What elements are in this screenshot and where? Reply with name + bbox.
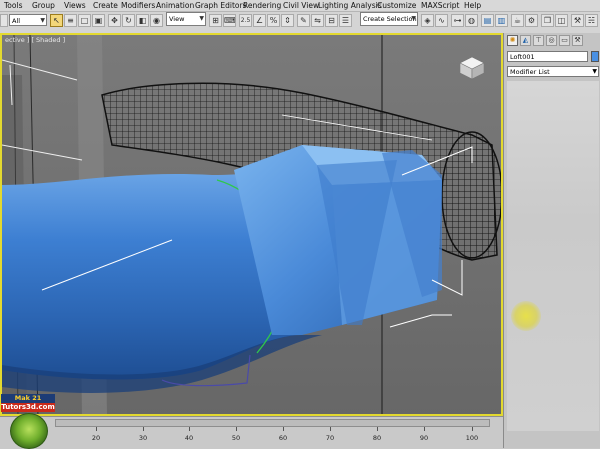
named-selection-dropdown[interactable]: Create Selection Se▼ — [360, 12, 418, 26]
timeline-tick-label: 40 — [184, 434, 194, 442]
menu-graph-editors[interactable]: Graph Editors — [195, 0, 247, 11]
timeline-tick — [377, 427, 378, 431]
rect-selection-icon[interactable]: □ — [78, 14, 91, 27]
select-move-icon[interactable]: ✥ — [108, 14, 121, 27]
material-editor-icon[interactable]: ◍ — [465, 14, 478, 27]
select-by-name-icon[interactable]: ≡ — [64, 14, 77, 27]
watermark-logo: Mak 21 Training Tutors3d.com — [0, 394, 56, 449]
edit-named-selection-icon[interactable]: ✎ — [297, 14, 310, 27]
snap-toggle-icon[interactable]: 2.5 — [239, 14, 252, 27]
window-crossing-icon[interactable]: ▣ — [92, 14, 105, 27]
layer-manager-icon[interactable]: ☰ — [339, 14, 352, 27]
timeline-tick-label: 20 — [91, 434, 101, 442]
menu-modifiers[interactable]: Modifiers — [121, 0, 155, 11]
utilities-tab-icon[interactable]: ⚒ — [572, 35, 583, 46]
menu-help[interactable]: Help — [464, 0, 481, 11]
render-iterative-icon[interactable]: ❒ — [541, 14, 554, 27]
chevron-down-icon: ▼ — [592, 68, 597, 75]
timeline-tick — [143, 427, 144, 431]
selection-filter-dropdown[interactable]: All ▼ — [9, 14, 47, 26]
menu-views[interactable]: Views — [64, 0, 86, 11]
menu-bar: Tools Group Views Create Modifiers Anima… — [0, 0, 600, 12]
tools-icon[interactable]: ⚒ — [571, 14, 584, 27]
timeline-tick — [330, 427, 331, 431]
toolbar-grip — [0, 14, 8, 27]
keyboard-shortcut-icon[interactable]: ⌨ — [223, 14, 236, 27]
main-toolbar: All ▼ ↖ ≡ □ ▣ ✥ ↻ ◧ ◉ View ▼ ⊞ ⌨ 2.5 ∠ % ⇕… — [0, 12, 600, 34]
modifier-stack-area[interactable] — [507, 81, 599, 431]
timeline-tick-label: 30 — [138, 434, 148, 442]
timeline-tick-label: 60 — [278, 434, 288, 442]
menu-maxscript[interactable]: MAXScript — [421, 0, 460, 11]
perspective-viewport[interactable]: ective ] [ Shaded ] — [0, 33, 503, 416]
motion-tab-icon[interactable]: ◎ — [546, 35, 557, 46]
hierarchy-tab-icon[interactable]: ⊤ — [533, 35, 544, 46]
menu-rendering[interactable]: Rendering — [243, 0, 281, 11]
render-production-icon[interactable]: ⚙ — [525, 14, 538, 27]
highlight-blob — [511, 301, 541, 331]
time-slider-track[interactable] — [55, 419, 490, 427]
menu-create[interactable]: Create — [93, 0, 118, 11]
command-panel: ✺ ◭ ⊤ ◎ ▭ ⚒ Loft001 Modifier List ▼ — [503, 33, 600, 448]
align-icon[interactable]: ⊟ — [325, 14, 338, 27]
percent-snap-icon[interactable]: % — [267, 14, 280, 27]
object-color-swatch[interactable] — [591, 51, 599, 62]
timeline-tick-label: 90 — [419, 434, 429, 442]
select-rotate-icon[interactable]: ↻ — [122, 14, 135, 27]
timeline-tick-label: 80 — [372, 434, 382, 442]
timeline-tick-label: 50 — [231, 434, 241, 442]
timeline-tick — [236, 427, 237, 431]
chevron-down-icon: ▼ — [199, 15, 204, 22]
chevron-down-icon: ▼ — [411, 15, 416, 22]
timeline-tick — [283, 427, 284, 431]
menu-lighting-analysis[interactable]: Lighting Analysis — [318, 0, 382, 11]
mirror-icon[interactable]: ⇋ — [311, 14, 324, 27]
timeline-tick — [424, 427, 425, 431]
timeline-ruler[interactable]: 20 30 40 50 60 70 80 90 100 — [55, 427, 490, 449]
timeline: 20 30 40 50 60 70 80 90 100 — [0, 416, 503, 449]
timeline-tick — [96, 427, 97, 431]
rendered-frame-window-icon[interactable]: ▥ — [495, 14, 508, 27]
render-icon[interactable]: ☕ — [511, 14, 524, 27]
angle-snap-icon[interactable]: ∠ — [253, 14, 266, 27]
create-tab-icon[interactable]: ✺ — [507, 35, 518, 46]
schematic-view-icon[interactable]: ⊶ — [451, 14, 464, 27]
chevron-down-icon: ▼ — [40, 17, 45, 24]
logo-line-2: Tutors3d.com — [1, 403, 55, 412]
select-manipulate-icon[interactable]: ◉ — [150, 14, 163, 27]
select-scale-icon[interactable]: ◧ — [136, 14, 149, 27]
active-shade-icon[interactable]: ◫ — [555, 14, 568, 27]
timeline-tick-label: 100 — [465, 434, 479, 442]
menu-group[interactable]: Group — [32, 0, 55, 11]
modifier-list-dropdown[interactable]: Modifier List ▼ — [507, 66, 599, 77]
select-object-icon[interactable]: ↖ — [50, 14, 63, 27]
pivot-center-icon[interactable]: ⊞ — [209, 14, 222, 27]
modify-tab-icon[interactable]: ◭ — [520, 35, 531, 46]
logo-emblem-icon — [10, 413, 48, 449]
graphite-toggle-icon[interactable]: ◈ — [421, 14, 434, 27]
viewport-scene[interactable] — [2, 35, 503, 416]
timeline-tick — [189, 427, 190, 431]
reference-coord-dropdown[interactable]: View ▼ — [166, 12, 206, 26]
menu-civil-view[interactable]: Civil View — [283, 0, 319, 11]
menu-customize[interactable]: Customize — [377, 0, 416, 11]
timeline-tick-label: 70 — [325, 434, 335, 442]
display-tab-icon[interactable]: ▭ — [559, 35, 570, 46]
extra-tools-icon[interactable]: ☵ — [585, 14, 598, 27]
curve-editor-icon[interactable]: ∿ — [435, 14, 448, 27]
timeline-tick — [472, 427, 473, 431]
menu-tools[interactable]: Tools — [4, 0, 22, 11]
object-name-field[interactable]: Loft001 — [507, 51, 588, 62]
spinner-snap-icon[interactable]: ⇕ — [281, 14, 294, 27]
viewport-label[interactable]: ective ] [ Shaded ] — [5, 36, 65, 44]
menu-animation[interactable]: Animation — [156, 0, 194, 11]
render-setup-icon[interactable]: ▤ — [481, 14, 494, 27]
